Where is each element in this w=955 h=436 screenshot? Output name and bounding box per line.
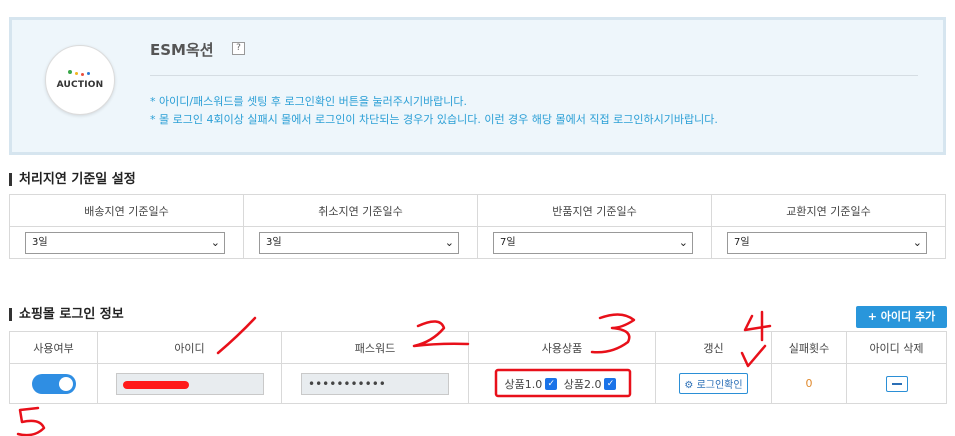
delay-header-exchange: 교환지연 기준일수	[711, 194, 946, 227]
product-2-checkbox[interactable]: ✓	[604, 377, 617, 390]
cancel-delay-value: 3일	[266, 236, 282, 248]
header-divider	[150, 75, 918, 76]
header-refresh: 갱신	[655, 331, 772, 364]
exchange-delay-value: 7일	[734, 236, 750, 248]
chevron-down-icon: ⌄	[678, 235, 688, 249]
help-icon[interactable]: ?	[232, 42, 245, 55]
chevron-down-icon: ⌄	[210, 235, 220, 249]
chevron-down-icon: ⌄	[444, 235, 454, 249]
login-section-title: 쇼핑몰 로그인 정보	[9, 308, 124, 321]
delay-header-shipping: 배송지연 기준일수	[9, 194, 244, 227]
header-fail-count: 실패횟수	[771, 331, 847, 364]
redaction-mark	[122, 380, 189, 389]
shipping-delay-select[interactable]: 3일 ⌄	[25, 231, 225, 254]
header-enabled: 사용여부	[9, 331, 98, 364]
password-input[interactable]: •••••••••••	[301, 372, 449, 395]
fail-count: 0	[805, 377, 813, 390]
header-password: 패스워드	[281, 331, 469, 364]
delay-header-cancel: 취소지연 기준일수	[243, 194, 478, 227]
header-products: 사용상품	[468, 331, 656, 364]
return-delay-value: 7일	[500, 236, 516, 248]
notice-line-1: * 아이디/패스워드를 셋팅 후 로그인확인 버튼을 눌러주시기바랍니다.	[150, 95, 468, 108]
notice-line-2: * 몰 로그인 4회이상 실패시 몰에서 로그인이 차단되는 경우가 있습니다.…	[150, 113, 718, 126]
product-1-label: 상품1.0	[504, 377, 543, 391]
chevron-down-icon: ⌄	[912, 235, 922, 249]
product-1-checkbox[interactable]: ✓	[545, 377, 558, 390]
login-header-row: 사용여부 아이디 패스워드 사용상품 갱신 실패횟수 아이디 삭제	[9, 331, 947, 364]
shipping-delay-value: 3일	[32, 236, 48, 248]
header-id: 아이디	[97, 331, 282, 364]
logo-text: AUCTION	[56, 80, 104, 90]
cancel-delay-select[interactable]: 3일 ⌄	[259, 231, 459, 254]
delay-header-row: 배송지연 기준일수 취소지연 기준일수 반품지연 기준일수 교환지연 기준일수	[9, 194, 946, 227]
delay-select-row: 3일 ⌄ 3일 ⌄ 7일 ⌄ 7일 ⌄	[9, 226, 946, 259]
market-header-panel: AUCTION ESM옥션 ? * 아이디/패스워드를 셋팅 후 로그인확인 버…	[9, 17, 946, 155]
annotation-mark-5	[16, 406, 46, 436]
add-id-button[interactable]: + 아이디 추가	[856, 306, 947, 328]
product-2-label: 상품2.0	[563, 377, 602, 391]
toggle-knob	[58, 376, 73, 391]
table-row: ••••••••••• 상품1.0 ✓ 상품2.0 ✓ ⚙ 로그인확인 0	[9, 363, 947, 404]
enabled-toggle[interactable]	[31, 373, 76, 394]
delay-header-return: 반품지연 기준일수	[477, 194, 712, 227]
market-title: ESM옥션	[150, 41, 214, 59]
login-check-button[interactable]: ⚙ 로그인확인	[679, 373, 748, 394]
header-delete-id: 아이디 삭제	[846, 331, 947, 364]
login-info-table: 사용여부 아이디 패스워드 사용상품 갱신 실패횟수 아이디 삭제 ••••••…	[9, 331, 947, 404]
id-input[interactable]	[115, 372, 264, 395]
logo-dots	[68, 68, 98, 76]
delete-id-button[interactable]	[885, 375, 908, 392]
delay-section-title: 처리지연 기준일 설정	[9, 173, 136, 186]
return-delay-select[interactable]: 7일 ⌄	[493, 231, 693, 254]
exchange-delay-select[interactable]: 7일 ⌄	[727, 231, 927, 254]
auction-logo: AUCTION	[45, 45, 115, 115]
delay-settings-table: 배송지연 기준일수 취소지연 기준일수 반품지연 기준일수 교환지연 기준일수 …	[9, 194, 946, 259]
